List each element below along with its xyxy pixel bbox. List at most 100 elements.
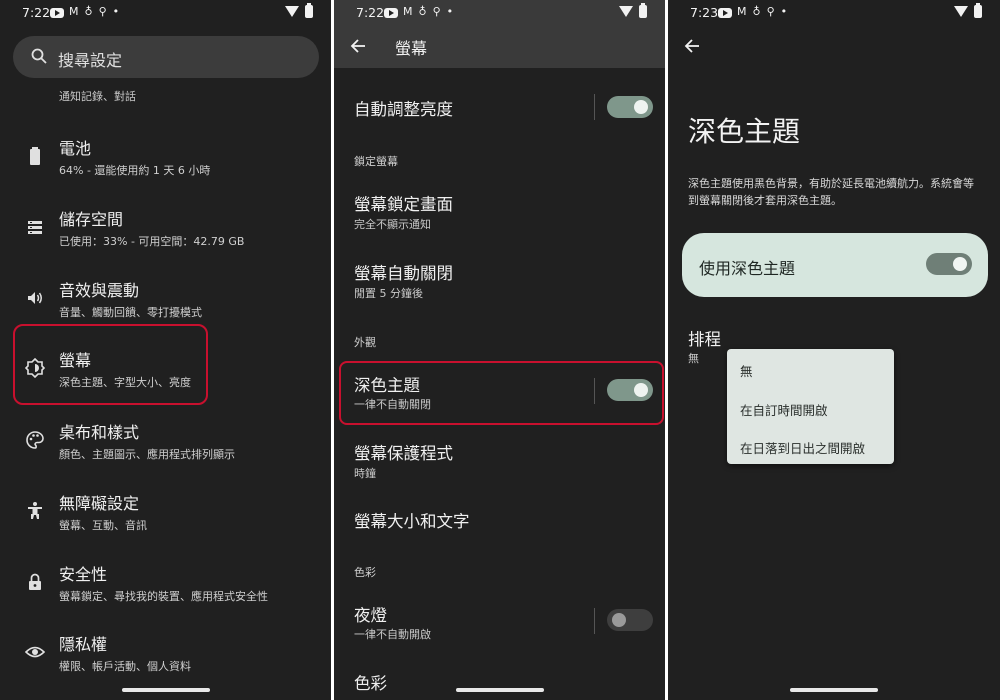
- battery-status-icon: [974, 3, 982, 18]
- wifi-icon: [619, 6, 633, 17]
- item-title: 桌布和樣式: [59, 423, 140, 442]
- battery-icon: [30, 147, 40, 165]
- home-indicator[interactable]: [790, 688, 878, 692]
- use-dark-theme-toggle[interactable]: [926, 253, 972, 275]
- section-header-color: 色彩: [354, 566, 376, 579]
- item-title: 安全性: [59, 565, 108, 584]
- divider: [594, 608, 595, 634]
- bulb-icon: ♁: [84, 5, 94, 18]
- dot-icon: •: [112, 5, 121, 18]
- search-bar[interactable]: 搜尋設定: [13, 36, 319, 78]
- item-subtitle: 螢幕鎖定、尋找我的裝置、應用程式安全性: [59, 590, 268, 603]
- settings-item-security[interactable]: 安全性 螢幕鎖定、尋找我的裝置、應用程式安全性: [0, 556, 331, 620]
- row-title: 色彩: [354, 674, 387, 693]
- settings-item-storage[interactable]: 儲存空間 已使用：33% - 可用空間：42.79 GB: [0, 201, 331, 265]
- lock-screen-row[interactable]: 螢幕鎖定畫面 完全不顯示通知: [334, 180, 665, 240]
- item-subtitle: 音量、觸動回饋、零打擾模式: [59, 306, 202, 319]
- toggle-knob: [953, 257, 967, 271]
- item-title: 音效與震動: [59, 281, 140, 300]
- night-light-row[interactable]: 夜燈 一律不自動開啟: [334, 592, 665, 652]
- settings-item-wallpaper[interactable]: 桌布和樣式 顏色、主題圖示、應用程式排列顯示: [0, 414, 331, 478]
- youtube-icon: [384, 7, 398, 18]
- notification-icons: M ♁ ⚲ •: [718, 5, 788, 18]
- youtube-icon: [718, 7, 732, 18]
- display-settings-screen: 7:22 M ♁ ⚲ • 螢幕 自動調整亮度 鎖定螢幕 螢幕鎖定畫面 完全不顯示…: [334, 0, 665, 700]
- schedule-dropdown-menu: 無 在自訂時間開啟 在日落到日出之間開啟: [727, 349, 894, 464]
- row-title: 自動調整亮度: [354, 100, 453, 119]
- row-subtitle: 完全不顯示通知: [354, 218, 431, 231]
- dot-icon: •: [446, 5, 455, 18]
- use-dark-theme-label: 使用深色主題: [699, 259, 796, 278]
- use-dark-theme-card[interactable]: 使用深色主題: [682, 233, 988, 297]
- item-title: 無障礙設定: [59, 494, 140, 513]
- gmail-icon: M: [69, 5, 80, 18]
- menu-option-none[interactable]: 無: [740, 361, 753, 380]
- privacy-eye-icon: [25, 646, 45, 658]
- auto-brightness-toggle[interactable]: [607, 96, 653, 118]
- highlight-box: [339, 361, 664, 425]
- section-header-appearance: 外觀: [354, 336, 376, 349]
- item-subtitle: 螢幕、互動、音訊: [59, 519, 147, 532]
- row-subtitle: 時鐘: [354, 467, 376, 480]
- row-subtitle: 閒置 5 分鐘後: [354, 287, 423, 300]
- bulb-icon: ♁: [752, 5, 762, 18]
- display-size-row[interactable]: 螢幕大小和文字: [334, 500, 665, 540]
- highlight-box: [13, 324, 208, 405]
- row-title: 螢幕自動關閉: [354, 264, 453, 283]
- page-title: 螢幕: [395, 39, 428, 58]
- accessibility-icon: [28, 502, 42, 519]
- status-bar: 7:22 M ♁ ⚲ •: [0, 0, 331, 26]
- gmail-icon: M: [737, 5, 748, 18]
- home-indicator[interactable]: [121, 688, 210, 692]
- notification-icons: M ♁ ⚲ •: [384, 5, 454, 18]
- gmail-icon: M: [403, 5, 414, 18]
- partial-item-subtitle: 通知記錄、對話: [59, 90, 136, 103]
- toggle-knob: [634, 100, 648, 114]
- auto-brightness-row[interactable]: 自動調整亮度: [334, 80, 665, 134]
- settings-item-battery[interactable]: 電池 64% - 還能使用約 1 天 6 小時: [0, 130, 331, 194]
- page-title: 深色主題: [688, 115, 801, 148]
- row-title: 螢幕鎖定畫面: [354, 195, 453, 214]
- back-arrow-icon[interactable]: [350, 38, 366, 54]
- youtube-icon: [50, 7, 64, 18]
- keyhole-icon: ⚲: [98, 5, 108, 18]
- palette-icon: [26, 431, 44, 449]
- screen-timeout-row[interactable]: 螢幕自動關閉 閒置 5 分鐘後: [334, 250, 665, 310]
- home-indicator[interactable]: [455, 688, 544, 692]
- status-time: 7:22: [356, 5, 385, 20]
- schedule-title[interactable]: 排程: [688, 326, 721, 350]
- notification-icons: M ♁ ⚲ •: [50, 5, 120, 18]
- bulb-icon: ♁: [418, 5, 428, 18]
- settings-item-accessibility[interactable]: 無障礙設定 螢幕、互動、音訊: [0, 485, 331, 549]
- battery-status-icon: [305, 3, 313, 18]
- menu-option-custom-time[interactable]: 在自訂時間開啟: [740, 400, 828, 419]
- system-icons: [954, 3, 982, 18]
- status-time: 7:23: [690, 5, 719, 20]
- colors-row[interactable]: 色彩: [334, 662, 665, 700]
- schedule-value: 無: [688, 352, 699, 365]
- row-subtitle: 一律不自動開啟: [354, 628, 431, 641]
- item-title: 儲存空間: [59, 210, 124, 229]
- night-light-toggle[interactable]: [607, 609, 653, 631]
- item-title: 隱私權: [59, 635, 108, 654]
- system-icons: [619, 3, 647, 18]
- system-icons: [285, 3, 313, 18]
- item-subtitle: 顏色、主題圖示、應用程式排列顯示: [59, 448, 235, 461]
- dot-icon: •: [780, 5, 789, 18]
- screensaver-row[interactable]: 螢幕保護程式 時鐘: [334, 432, 665, 492]
- lock-icon: [29, 573, 41, 590]
- section-header-lock-screen: 鎖定螢幕: [354, 155, 398, 168]
- row-title: 螢幕保護程式: [354, 444, 453, 463]
- storage-icon: [28, 221, 42, 234]
- wifi-icon: [285, 6, 299, 17]
- status-bar: 7:23 M ♁ ⚲ •: [668, 0, 1000, 26]
- menu-option-sunset-sunrise[interactable]: 在日落到日出之間開啟: [740, 438, 865, 457]
- back-arrow-icon[interactable]: [684, 38, 700, 54]
- status-time: 7:22: [22, 5, 51, 20]
- wifi-icon: [954, 6, 968, 17]
- settings-item-privacy[interactable]: 隱私權 權限、帳戶活動、個人資料: [0, 626, 331, 690]
- app-bar: 7:22 M ♁ ⚲ • 螢幕: [334, 0, 665, 68]
- divider: [594, 94, 595, 120]
- keyhole-icon: ⚲: [766, 5, 776, 18]
- toggle-knob: [612, 613, 626, 627]
